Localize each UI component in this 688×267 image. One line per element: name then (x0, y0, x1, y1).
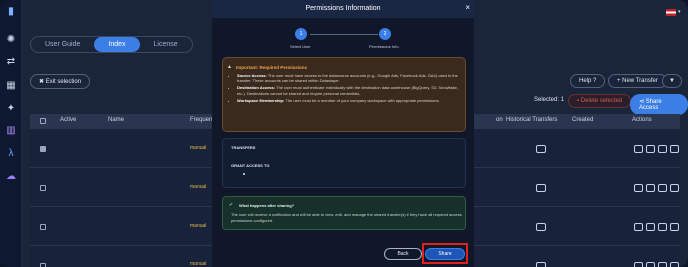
frequency-badge: manual (190, 145, 207, 151)
delete-icon[interactable] (658, 145, 667, 153)
share-access-button[interactable]: ⊲ Share Access (630, 94, 688, 115)
column-active[interactable]: Active (60, 117, 76, 123)
source-access-text: The user must have access to the datasou… (237, 73, 458, 84)
row-checkbox[interactable] (40, 146, 46, 152)
copy-icon[interactable] (646, 262, 655, 267)
app-window: ▮ ✺ ⇄ ▦ ✦ ▥ λ ☁ User Guide Index License… (0, 0, 688, 267)
refresh-icon[interactable] (670, 145, 679, 153)
workspace-membership-text: The user must be a member of your compan… (284, 97, 440, 103)
edit-icon[interactable] (634, 262, 643, 267)
select-all-checkbox[interactable] (40, 118, 46, 124)
column-destination[interactable]: on (496, 117, 503, 123)
filter-icon: ▼ (669, 78, 675, 84)
workspace-membership-heading: Workspace Membership: (237, 97, 285, 103)
cloud-icon[interactable]: ☁ (4, 170, 18, 184)
delete-icon[interactable] (658, 184, 667, 192)
warning-list: Source Access: The user must have access… (237, 73, 459, 105)
row-checkbox[interactable] (40, 224, 46, 230)
row-checkbox[interactable] (40, 185, 46, 191)
copy-icon[interactable] (646, 145, 655, 153)
list-item: Workspace Membership: The user must be a… (237, 98, 459, 103)
refresh-icon[interactable] (670, 223, 679, 231)
copy-icon[interactable] (646, 223, 655, 231)
frequency-badge: manual (190, 223, 207, 229)
step-connector (310, 34, 378, 35)
tab-license[interactable]: License (140, 37, 192, 52)
sparkle-icon[interactable]: ✦ (4, 102, 18, 116)
frequency-badge: manual (190, 184, 207, 190)
column-created[interactable]: Created (572, 117, 593, 123)
edit-icon[interactable] (634, 223, 643, 231)
tab-user-guide[interactable]: User Guide (31, 37, 94, 52)
step-2-label: Permissions Info (369, 44, 399, 49)
logo-icon[interactable]: ▮ (4, 5, 18, 19)
filter-button[interactable]: ▼ (662, 74, 682, 88)
transfer-icon[interactable]: ⇄ (4, 55, 18, 69)
warning-title: Important: Required Permissions (236, 65, 308, 70)
refresh-icon[interactable] (670, 262, 679, 267)
sharing-info-title: What happens after sharing? (239, 203, 295, 208)
edit-icon[interactable] (634, 145, 643, 153)
column-name[interactable]: Name (108, 117, 124, 123)
warning-box: ▲ Important: Required Permissions Source… (222, 57, 466, 132)
question-icon: ? (593, 78, 597, 84)
delete-selected-button[interactable]: ▪ Delete selected (568, 94, 632, 108)
share-button-highlight (422, 243, 468, 264)
column-actions: Actions (632, 117, 652, 123)
list-item: Source Access: The user must have access… (237, 73, 459, 83)
transfers-label: TRANSFERS (231, 145, 256, 150)
transfers-info-box: TRANSFERS GRANT ACCESS TO (222, 138, 466, 188)
back-button[interactable]: Back (384, 248, 422, 260)
delete-icon[interactable] (658, 262, 667, 267)
sharing-info-box: ✔ What happens after sharing? The user w… (222, 196, 466, 230)
refresh-icon[interactable] (670, 184, 679, 192)
history-icon[interactable] (536, 145, 546, 153)
sharing-info-text: The user will receive a notification and… (231, 212, 462, 223)
selected-count: Selected: 1 (534, 97, 565, 103)
edit-icon[interactable] (634, 184, 643, 192)
row-checkbox[interactable] (40, 263, 46, 267)
bullet (243, 173, 245, 175)
new-transfer-button[interactable]: + New Transfer (608, 74, 667, 88)
grid-icon[interactable]: ▦ (4, 79, 18, 93)
modal-title: Permissions Information (305, 5, 381, 12)
tab-index[interactable]: Index (94, 37, 140, 52)
warning-icon: ▲ (227, 64, 232, 70)
list-item: Destination Access: The user must authen… (237, 85, 459, 95)
close-icon[interactable]: × (465, 3, 470, 12)
delete-selected-label: Delete selected (580, 98, 623, 104)
column-frequency[interactable]: Frequen (190, 117, 212, 123)
delete-icon[interactable] (658, 223, 667, 231)
step-2-indicator: 2 (379, 28, 391, 40)
lambda-icon[interactable]: λ (4, 147, 18, 161)
permissions-modal: Permissions Information × 1 Select User … (212, 0, 474, 267)
step-1-indicator: 1 (295, 28, 307, 40)
help-label: Help (579, 78, 592, 84)
us-flag-icon[interactable] (666, 9, 676, 16)
chevron-down-icon[interactable]: ▾ (678, 9, 681, 15)
history-icon[interactable] (536, 262, 546, 267)
gear-icon[interactable]: ✺ (4, 33, 18, 47)
exit-selection-button[interactable]: ✖ Exit selection (30, 74, 91, 89)
help-button[interactable]: Help ? (570, 74, 606, 88)
step-1-label: Select User (290, 44, 311, 49)
chart-icon[interactable]: ▥ (4, 124, 18, 138)
history-icon[interactable] (536, 184, 546, 192)
frequency-badge: manual (190, 261, 207, 267)
sidebar: ▮ ✺ ⇄ ▦ ✦ ▥ λ ☁ (0, 0, 22, 267)
copy-icon[interactable] (646, 184, 655, 192)
history-icon[interactable] (536, 223, 546, 231)
tab-bar: User Guide Index License (30, 36, 193, 53)
column-historical-transfers[interactable]: Historical Transfers (506, 117, 557, 123)
grant-access-label: GRANT ACCESS TO (231, 163, 270, 168)
check-icon: ✔ (229, 202, 234, 208)
modal-header: Permissions Information × (212, 0, 474, 18)
